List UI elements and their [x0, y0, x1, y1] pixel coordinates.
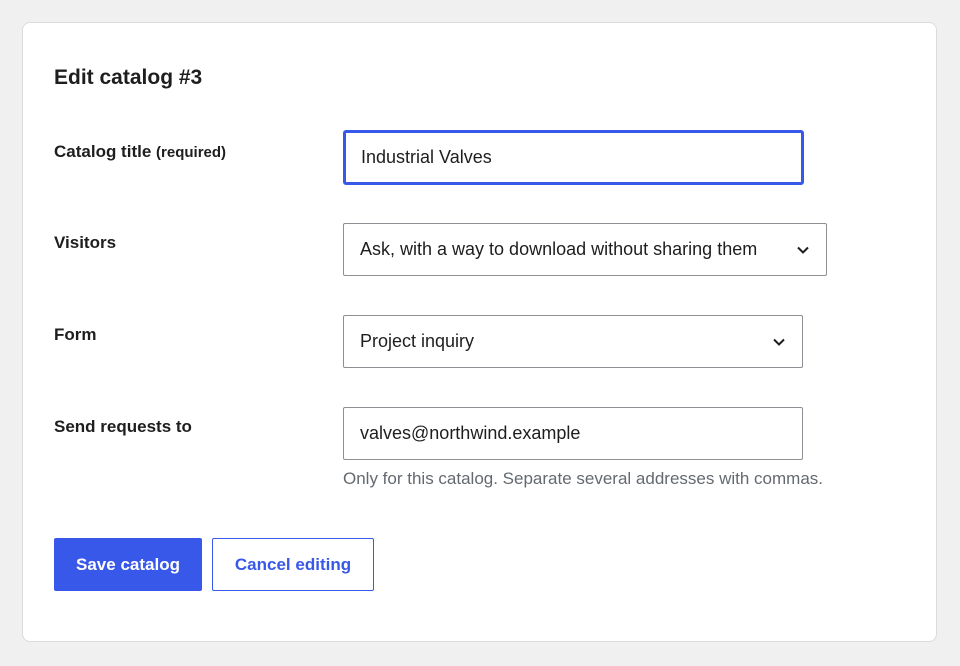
chevron-down-icon — [773, 338, 785, 346]
send-requests-label: Send requests to — [54, 417, 192, 436]
form-select[interactable]: Project inquiry — [343, 315, 803, 368]
form-label: Form — [54, 325, 97, 344]
visitors-select[interactable]: Ask, with a way to download without shar… — [343, 223, 827, 276]
visitors-label: Visitors — [54, 233, 117, 252]
visitors-selected-value: Ask, with a way to download without shar… — [360, 239, 758, 259]
catalog-title-label-text: Catalog title — [54, 142, 152, 161]
chevron-down-icon — [797, 246, 809, 254]
catalog-title-value: Industrial Valves — [361, 147, 492, 167]
send-requests-help: Only for this catalog. Separate several … — [343, 469, 823, 488]
form-selected-value: Project inquiry — [360, 331, 475, 351]
required-note: (required) — [156, 144, 227, 161]
catalog-title-input[interactable]: Industrial Valves — [343, 130, 804, 185]
send-requests-input[interactable]: valves@northwind.example — [343, 407, 803, 460]
page-title: Edit catalog #3 — [54, 66, 203, 89]
catalog-title-label: Catalog title (required) — [54, 141, 226, 164]
send-requests-value: valves@northwind.example — [360, 423, 581, 443]
cancel-editing-button[interactable]: Cancel editing — [212, 538, 374, 591]
save-catalog-button[interactable]: Save catalog — [54, 538, 202, 591]
